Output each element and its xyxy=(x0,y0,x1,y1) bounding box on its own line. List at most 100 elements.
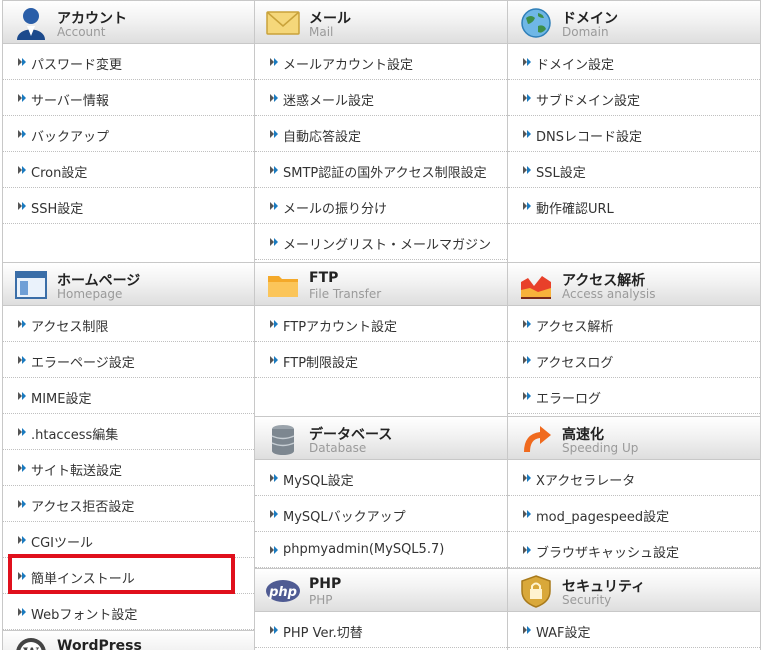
arrow-bullet-icon xyxy=(270,356,278,364)
menu-item-web-fonts[interactable]: Webフォント設定 xyxy=(3,594,254,630)
account-subtitle: Account xyxy=(57,25,106,39)
ftp-title: FTP xyxy=(309,270,339,286)
menu-item-mail-account[interactable]: メールアカウント設定 xyxy=(255,44,507,80)
menu-item-password-change[interactable]: パスワード変更 xyxy=(3,44,254,80)
menu-item-label: ブラウザキャッシュ設定 xyxy=(536,546,680,561)
arrow-bullet-icon xyxy=(18,464,26,472)
menu-item-dns-record[interactable]: DNSレコード設定 xyxy=(508,116,760,152)
shield-lock-icon xyxy=(521,575,551,608)
mail-panel: メール Mail メールアカウント設定 迷惑メール設定 自動応答設定 SMTP認… xyxy=(255,0,507,260)
domain-header: ドメイン Domain xyxy=(508,0,760,44)
menu-item-label: 迷惑メール設定 xyxy=(283,94,375,109)
arrow-bullet-icon xyxy=(523,166,531,174)
menu-item-label: WAF設定 xyxy=(536,626,591,641)
menu-item-mysql-backup[interactable]: MySQLバックアップ xyxy=(255,496,507,532)
menu-item-cron[interactable]: Cron設定 xyxy=(3,152,254,188)
php-subtitle: PHP xyxy=(309,593,333,607)
php-panel: php PHP PHP PHP Ver.切替 xyxy=(255,568,507,648)
arrow-bullet-icon xyxy=(523,94,531,102)
menu-item-smtp-restriction[interactable]: SMTP認証の国外アクセス制限設定 xyxy=(255,152,507,188)
menu-item-test-url[interactable]: 動作確認URL xyxy=(508,188,760,224)
arrow-bullet-icon xyxy=(18,572,26,580)
menu-item-label: SMTP認証の国外アクセス制限設定 xyxy=(283,166,487,181)
menu-item-error-page[interactable]: エラーページ設定 xyxy=(3,342,254,378)
menu-item-backup[interactable]: バックアップ xyxy=(3,116,254,152)
arrow-bullet-icon xyxy=(523,356,531,364)
menu-item-waf[interactable]: WAF設定 xyxy=(508,612,760,648)
chart-icon xyxy=(521,276,551,299)
domain-panel: ドメイン Domain ドメイン設定 サブドメイン設定 DNSレコード設定 SS… xyxy=(508,0,760,224)
server-panel-menu: アカウント Account パスワード変更 サーバー情報 バックアップ Cron… xyxy=(2,0,761,650)
menu-item-ssl[interactable]: SSL設定 xyxy=(508,152,760,188)
menu-item-x-accelerator[interactable]: Xアクセラレータ xyxy=(508,460,760,496)
menu-item-label: phpmyadmin(MySQL5.7) xyxy=(283,542,445,557)
menu-item-ftp-restriction[interactable]: FTP制限設定 xyxy=(255,342,507,378)
menu-item-access-deny[interactable]: アクセス拒否設定 xyxy=(3,486,254,522)
menu-item-easy-install[interactable]: 簡単インストール xyxy=(3,558,254,594)
homepage-panel: ホームページ Homepage アクセス制限 エラーページ設定 MIME設定 .… xyxy=(3,262,254,630)
menu-item-access-analysis[interactable]: アクセス解析 xyxy=(508,306,760,342)
database-header: データベース Database xyxy=(255,416,507,460)
arrow-bullet-icon xyxy=(18,166,26,174)
arrow-bullet-icon xyxy=(270,94,278,102)
menu-item-label: MySQL設定 xyxy=(283,474,354,489)
menu-item-phpmyadmin[interactable]: phpmyadmin(MySQL5.7) xyxy=(255,532,507,568)
php-logo-text: php xyxy=(268,585,297,600)
arrow-bullet-icon xyxy=(523,546,531,554)
envelope-icon xyxy=(266,11,300,35)
ftp-subtitle: File Transfer xyxy=(309,287,382,301)
menu-item-label: PHP Ver.切替 xyxy=(283,626,363,641)
arrow-bullet-icon xyxy=(523,510,531,518)
menu-item-mail-filter[interactable]: メールの振り分け xyxy=(255,188,507,224)
menu-item-access-restriction[interactable]: アクセス制限 xyxy=(3,306,254,342)
menu-item-mod-pagespeed[interactable]: mod_pagespeed設定 xyxy=(508,496,760,532)
menu-item-subdomain[interactable]: サブドメイン設定 xyxy=(508,80,760,116)
browser-window-icon xyxy=(15,271,47,299)
menu-item-label: mod_pagespeed設定 xyxy=(536,510,670,525)
menu-item-mime[interactable]: MIME設定 xyxy=(3,378,254,414)
arrow-bullet-icon xyxy=(18,130,26,138)
speed-header: 高速化 Speeding Up xyxy=(508,416,760,460)
menu-item-htaccess[interactable]: .htaccess編集 xyxy=(3,414,254,450)
menu-item-domain[interactable]: ドメイン設定 xyxy=(508,44,760,80)
arrow-bullet-icon xyxy=(18,608,26,616)
menu-item-cgi-tools[interactable]: CGIツール xyxy=(3,522,254,558)
arrow-bullet-icon xyxy=(523,474,531,482)
analysis-header: アクセス解析 Access analysis xyxy=(508,262,760,306)
arrow-bullet-icon xyxy=(270,546,278,554)
menu-item-spam[interactable]: 迷惑メール設定 xyxy=(255,80,507,116)
arrow-bullet-icon xyxy=(270,474,278,482)
arrow-bullet-icon xyxy=(270,320,278,328)
menu-item-label: アクセス拒否設定 xyxy=(31,500,135,515)
menu-item-browser-cache[interactable]: ブラウザキャッシュ設定 xyxy=(508,532,760,568)
menu-item-ftp-account[interactable]: FTPアカウント設定 xyxy=(255,306,507,342)
arrow-bullet-icon xyxy=(523,202,531,210)
arrow-bullet-icon xyxy=(523,626,531,634)
menu-item-error-log[interactable]: エラーログ xyxy=(508,378,760,414)
account-header: アカウント Account xyxy=(3,0,254,44)
menu-column-3: ドメイン Domain ドメイン設定 サブドメイン設定 DNSレコード設定 SS… xyxy=(508,0,761,650)
speed-subtitle: Speeding Up xyxy=(562,441,639,455)
menu-item-mailing-list[interactable]: メーリングリスト・メールマガジン xyxy=(255,224,507,260)
menu-item-label: バックアップ xyxy=(31,130,110,145)
menu-item-mysql[interactable]: MySQL設定 xyxy=(255,460,507,496)
security-subtitle: Security xyxy=(562,593,612,607)
menu-item-php-version[interactable]: PHP Ver.切替 xyxy=(255,612,507,648)
analysis-panel: アクセス解析 Access analysis アクセス解析 アクセスログ エラー… xyxy=(508,262,760,414)
menu-item-label: SSH設定 xyxy=(31,202,84,217)
menu-item-label: パスワード変更 xyxy=(31,58,123,73)
menu-item-auto-reply[interactable]: 自動応答設定 xyxy=(255,116,507,152)
php-logo-icon: php xyxy=(266,580,300,602)
menu-item-server-info[interactable]: サーバー情報 xyxy=(3,80,254,116)
analysis-subtitle: Access analysis xyxy=(562,287,656,301)
menu-item-label: サイト転送設定 xyxy=(31,464,123,479)
menu-item-label: FTP制限設定 xyxy=(283,356,359,371)
menu-item-ssh[interactable]: SSH設定 xyxy=(3,188,254,224)
arrow-bullet-icon xyxy=(18,392,26,400)
wordpress-header: W WordPress xyxy=(3,630,254,650)
menu-item-access-log[interactable]: アクセスログ xyxy=(508,342,760,378)
menu-item-site-redirect[interactable]: サイト転送設定 xyxy=(3,450,254,486)
database-panel: データベース Database MySQL設定 MySQLバックアップ phpm… xyxy=(255,416,507,568)
arrow-bullet-icon xyxy=(270,202,278,210)
menu-item-label: .htaccess編集 xyxy=(31,428,119,443)
